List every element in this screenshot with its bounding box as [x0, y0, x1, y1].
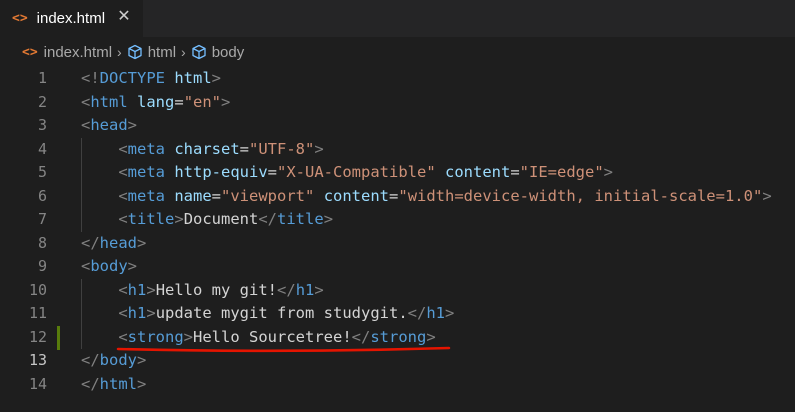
chevron-right-icon: ›	[181, 44, 186, 60]
line-code: <!DOCTYPE html>	[81, 69, 222, 87]
html-file-icon: <>	[12, 11, 28, 26]
line-code: <body>	[81, 257, 138, 275]
line-code: <meta charset="UTF-8">	[118, 139, 324, 158]
line-number: 11	[28, 304, 47, 322]
line-number: 9	[37, 257, 47, 275]
line-number: 4	[37, 139, 47, 158]
line-code: <h1>update mygit from studygit.</h1>	[118, 304, 455, 322]
line-code: </html>	[81, 374, 147, 393]
breadcrumb: <> index.html › html › body	[0, 37, 795, 67]
code-line[interactable]: 11 <h1>update mygit from studygit.</h1>	[0, 302, 795, 326]
html-file-icon: <>	[22, 44, 38, 60]
line-number: 6	[37, 186, 47, 205]
code-line[interactable]: 5 <meta http-equiv="X-UA-Compatible" con…	[0, 161, 795, 185]
line-code: <h1>Hello my git!</h1>	[118, 280, 324, 299]
line-number: 14	[28, 374, 47, 393]
element-cube-icon	[192, 44, 206, 60]
code-line[interactable]: 3 <head>	[0, 114, 795, 138]
code-line[interactable]: 10 <h1>Hello my git!</h1>	[0, 279, 795, 303]
breadcrumb-item-body[interactable]: body	[212, 44, 245, 61]
code-line[interactable]: 7 <title>Document</title>	[0, 208, 795, 232]
code-line[interactable]: 6 <meta name="viewport" content="width=d…	[0, 185, 795, 209]
chevron-right-icon: ›	[117, 44, 122, 60]
breadcrumb-item-html[interactable]: html	[148, 44, 176, 61]
line-code: <meta name="viewport" content="width=dev…	[118, 186, 772, 205]
element-cube-icon	[128, 44, 142, 60]
line-code: <head>	[81, 116, 138, 134]
line-code: <title>Document</title>	[118, 210, 334, 228]
code-line[interactable]: 1 <!DOCTYPE html>	[0, 67, 795, 91]
line-number: 13	[28, 351, 47, 369]
tab-bar: <> index.html ✕	[0, 0, 795, 37]
line-number: 8	[37, 233, 47, 252]
line-number: 10	[28, 280, 47, 299]
line-code: </head>	[81, 233, 147, 252]
breadcrumb-item-file[interactable]: index.html	[44, 44, 112, 61]
red-annotation-underline	[116, 346, 451, 353]
line-number: 7	[37, 210, 47, 228]
code-line[interactable]: 14 </html>	[0, 373, 795, 397]
code-line[interactable]: 8 </head>	[0, 232, 795, 256]
line-code: <meta http-equiv="X-UA-Compatible" conte…	[118, 163, 614, 181]
code-line[interactable]: 2 <html lang="en">	[0, 91, 795, 115]
line-code: <html lang="en">	[81, 92, 231, 111]
code-line[interactable]: 4 <meta charset="UTF-8">	[0, 138, 795, 162]
line-number: 5	[37, 163, 47, 181]
tab-index-html[interactable]: <> index.html ✕	[0, 0, 143, 37]
tab-label: index.html	[36, 10, 106, 27]
line-number: 12	[28, 327, 47, 346]
line-number: 1	[37, 69, 47, 87]
close-icon[interactable]: ✕	[115, 8, 133, 26]
line-number: 2	[37, 92, 47, 111]
line-number: 3	[37, 116, 47, 134]
code-editor[interactable]: 1 <!DOCTYPE html> 2 <html lang="en"> 3 <head>…	[0, 67, 795, 412]
code-line[interactable]: 9 <body>	[0, 255, 795, 279]
